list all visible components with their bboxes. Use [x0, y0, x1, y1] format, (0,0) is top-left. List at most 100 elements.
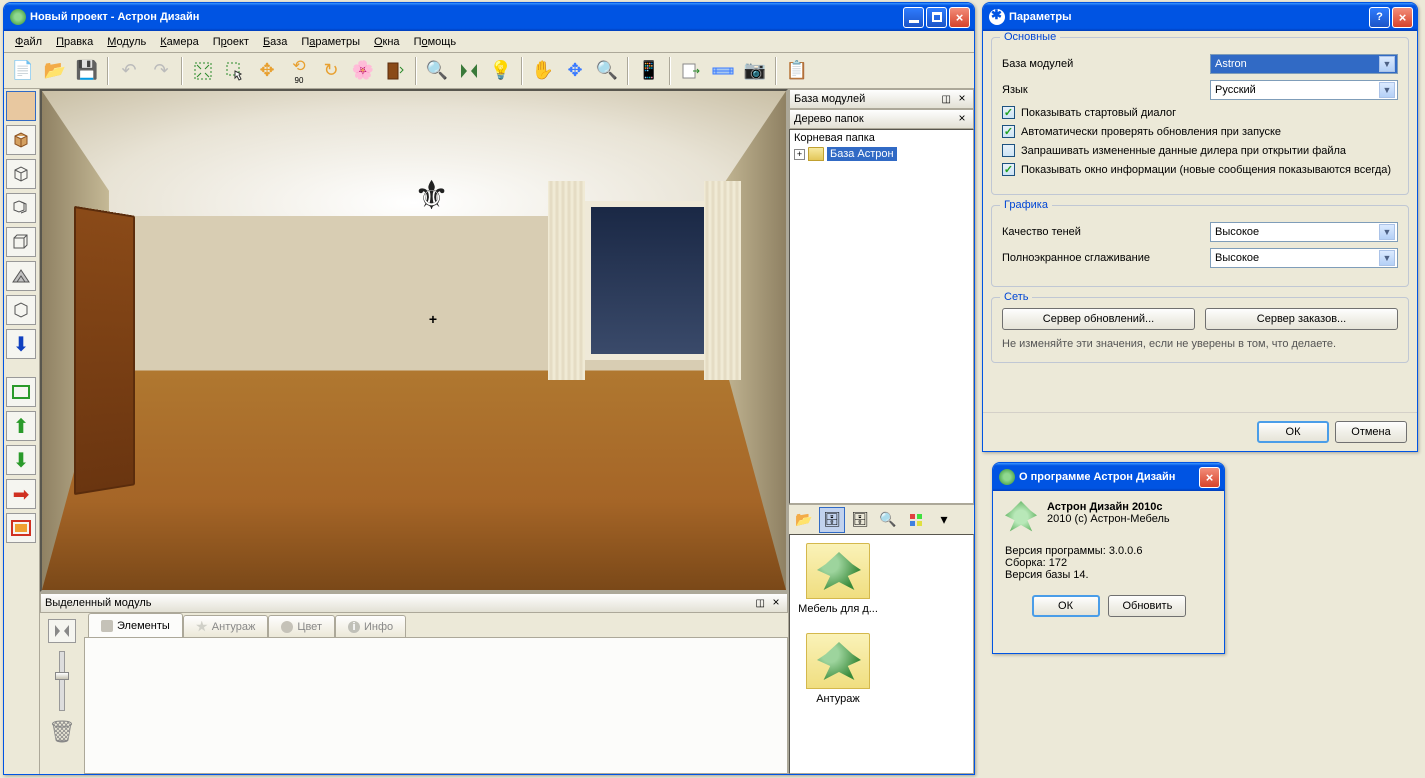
flip-button[interactable] [48, 619, 76, 643]
view-options-button[interactable]: ▾ [931, 507, 957, 533]
params-titlebar[interactable]: Параметры ? × [983, 3, 1417, 31]
base-combo[interactable]: Astron▼ [1210, 54, 1398, 74]
frame-tool[interactable] [6, 513, 36, 543]
redo-button[interactable]: ↷ [146, 56, 176, 86]
maximize-button[interactable] [926, 7, 947, 28]
tab-color[interactable]: Цвет [268, 615, 335, 637]
perspective-tool[interactable] [6, 261, 36, 291]
tab-entourage[interactable]: Антураж [183, 615, 269, 637]
cube3-tool[interactable] [6, 227, 36, 257]
chk-dealer[interactable] [1002, 144, 1015, 157]
cube4-tool[interactable] [6, 295, 36, 325]
shadow-combo[interactable]: Высокое▼ [1210, 222, 1398, 242]
chk-startup[interactable]: ✓ [1002, 106, 1015, 119]
3d-viewport[interactable]: ⚜ + [40, 89, 788, 592]
door-object[interactable] [74, 206, 135, 496]
curtain-right[interactable] [704, 181, 741, 381]
rotate90-button[interactable]: ⟲90 [284, 56, 314, 86]
expand-icon[interactable]: + [794, 149, 805, 160]
fit-button[interactable] [188, 56, 218, 86]
tab-elements[interactable]: Элементы [88, 613, 183, 637]
close-icon[interactable]: × [769, 596, 783, 610]
up-folder-button[interactable]: 📂 [791, 507, 817, 533]
door-button[interactable] [380, 56, 410, 86]
search-button[interactable]: 🔍 [875, 507, 901, 533]
curtain-left[interactable] [548, 181, 585, 381]
rotate-button[interactable]: ↻ [316, 56, 346, 86]
chk-autoupdate[interactable]: ✓ [1002, 125, 1015, 138]
undo-button[interactable]: ↶ [114, 56, 144, 86]
green-box-tool[interactable] [6, 377, 36, 407]
scale-slider[interactable] [59, 651, 65, 711]
close-button[interactable]: × [949, 7, 970, 28]
lang-combo[interactable]: Русский▼ [1210, 80, 1398, 100]
tree-header[interactable]: Дерево папок × [789, 109, 974, 129]
tab-info[interactable]: iИнфо [335, 615, 406, 637]
export-button[interactable] [676, 56, 706, 86]
trash-button[interactable]: 🗑 [48, 719, 76, 745]
main-titlebar[interactable]: Новый проект - Астрон Дизайн × [4, 3, 974, 31]
tree-item[interactable]: + База Астрон [790, 146, 973, 162]
pan-button[interactable]: ✋ [528, 56, 558, 86]
menu-params[interactable]: Параметры [294, 34, 367, 50]
cancel-button[interactable]: Отмена [1335, 421, 1407, 443]
menu-file[interactable]: Файл [8, 34, 49, 50]
folder-item[interactable]: Антураж [798, 633, 878, 705]
aa-combo[interactable]: Высокое▼ [1210, 248, 1398, 268]
light-button[interactable]: 💡 [486, 56, 516, 86]
menu-base[interactable]: База [256, 34, 294, 50]
new-file-button[interactable]: 📄 [8, 56, 38, 86]
bottom-panel-header[interactable]: Выделенный модуль ◫ × [40, 593, 788, 613]
chandelier-object[interactable]: ⚜ [407, 176, 457, 236]
ok-button[interactable]: ОК [1032, 595, 1100, 617]
menu-help[interactable]: Помощь [407, 34, 464, 50]
down-tool[interactable]: ⬇ [6, 329, 36, 359]
zoom-region-button[interactable]: 🔍 [422, 56, 452, 86]
open-file-button[interactable]: 📂 [40, 56, 70, 86]
menu-windows[interactable]: Окна [367, 34, 407, 50]
snapshot-button[interactable]: 📷 [740, 56, 770, 86]
down-arrow-tool[interactable]: ⬇ [6, 445, 36, 475]
wall-tool[interactable] [6, 91, 36, 121]
close-icon[interactable]: × [955, 112, 969, 126]
dock-icon[interactable]: ◫ [942, 94, 951, 105]
zoom-button[interactable]: 🔍 [592, 56, 622, 86]
help-button[interactable]: ? [1369, 7, 1390, 28]
save-file-button[interactable]: 💾 [72, 56, 102, 86]
close-button[interactable]: × [1392, 7, 1413, 28]
close-icon[interactable]: × [955, 92, 969, 106]
view-small-button[interactable]: 🗄 [847, 507, 873, 533]
view-grid-button[interactable] [903, 507, 929, 533]
move-button[interactable]: ✥ [252, 56, 282, 86]
browser-area[interactable]: Мебель для д... Антураж [789, 534, 974, 774]
box-tool[interactable] [6, 125, 36, 155]
menu-camera[interactable]: Камера [153, 34, 205, 50]
update-server-button[interactable]: Сервер обновлений... [1002, 308, 1195, 330]
measure-button[interactable] [708, 56, 738, 86]
folder-tree[interactable]: Корневая папка + База Астрон [789, 129, 974, 504]
dock-icon[interactable]: ◫ [756, 598, 765, 609]
cube-tool[interactable] [6, 159, 36, 189]
up-arrow-tool[interactable]: ⬆ [6, 411, 36, 441]
select-button[interactable] [220, 56, 250, 86]
about-titlebar[interactable]: О программе Астрон Дизайн × [993, 463, 1224, 491]
modules-header[interactable]: База модулей ◫ × [789, 89, 974, 109]
right-arrow-tool[interactable]: ➡ [6, 479, 36, 509]
mirror-button[interactable] [454, 56, 484, 86]
update-button[interactable]: Обновить [1108, 595, 1186, 617]
chk-info[interactable]: ✓ [1002, 163, 1015, 176]
color-button[interactable]: 🌸 [348, 56, 378, 86]
minimize-button[interactable] [903, 7, 924, 28]
cube2-tool[interactable] [6, 193, 36, 223]
order-server-button[interactable]: Сервер заказов... [1205, 308, 1398, 330]
close-button[interactable]: × [1199, 467, 1220, 488]
device-button[interactable]: 📱 [634, 56, 664, 86]
menu-edit[interactable]: Правка [49, 34, 100, 50]
menu-module[interactable]: Модуль [100, 34, 153, 50]
ok-button[interactable]: ОК [1257, 421, 1329, 443]
report-button[interactable]: 📋 [782, 56, 812, 86]
orbit-button[interactable]: ✥ [560, 56, 590, 86]
window-object[interactable] [585, 201, 711, 361]
folder-item[interactable]: Мебель для д... [798, 543, 878, 615]
menu-project[interactable]: Проект [206, 34, 256, 50]
